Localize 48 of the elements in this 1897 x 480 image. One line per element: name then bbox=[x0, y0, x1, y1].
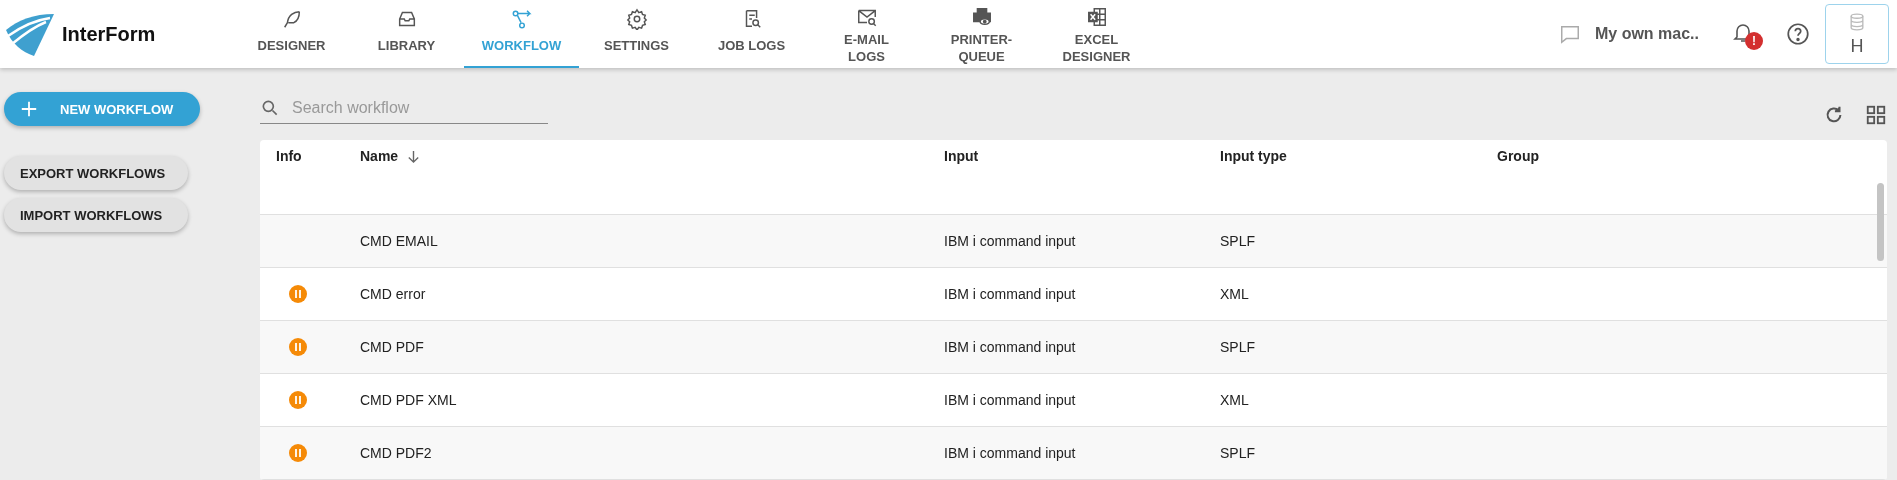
table-cell-text: CMD error bbox=[360, 286, 427, 302]
notification-badge: ! bbox=[1745, 32, 1763, 50]
table-cell-text: IBM i command input bbox=[944, 286, 1077, 302]
table-cell-text: IBM i command input bbox=[944, 445, 1077, 461]
server-button[interactable]: H bbox=[1825, 4, 1889, 64]
column-header[interactable]: Info bbox=[260, 148, 360, 164]
table-cell-text: XML bbox=[1220, 392, 1250, 408]
table-cell-text: XML bbox=[1220, 286, 1250, 302]
table-row[interactable]: CMD PDF2 IBM i command input SPLF bbox=[260, 427, 1887, 480]
table-cell-text: IBM i command input bbox=[944, 233, 1077, 249]
column-header[interactable]: Name bbox=[360, 148, 944, 164]
nav-tab[interactable]: DESIGNER bbox=[234, 0, 349, 68]
table-cell-text: IBM i command input bbox=[944, 392, 1077, 408]
table-cell-text: CMD PDF2 bbox=[360, 445, 433, 461]
scrollbar[interactable] bbox=[1877, 183, 1884, 261]
nav-tab[interactable]: E-MAIL LOGS bbox=[809, 0, 924, 68]
nav-tab[interactable]: PRINTER-QUEUE bbox=[924, 0, 1039, 68]
column-header[interactable]: Group bbox=[1497, 148, 1887, 164]
nav-tab[interactable]: LIBRARY bbox=[349, 0, 464, 68]
export-button[interactable]: EXPORT WORKFLOWS bbox=[4, 156, 188, 190]
column-header[interactable]: Input type bbox=[1220, 148, 1497, 164]
search-icon bbox=[260, 98, 280, 118]
workflow-icon bbox=[510, 8, 533, 30]
chat-icon bbox=[1558, 23, 1581, 45]
nav-tab[interactable]: EXCEL DESIGNER bbox=[1039, 0, 1154, 68]
table-cell-text: CMD PDF bbox=[360, 339, 425, 355]
help-icon[interactable] bbox=[1785, 21, 1811, 47]
nav-tab[interactable]: JOB LOGS bbox=[694, 0, 809, 68]
search-field[interactable]: Search workflow bbox=[260, 92, 548, 124]
user-name[interactable]: My own mac.. bbox=[1594, 25, 1699, 43]
interform-logo-icon bbox=[4, 11, 56, 57]
plus-icon bbox=[20, 100, 38, 118]
table-cell-text: SPLF bbox=[1220, 233, 1256, 249]
table-cell-text: CMD PDF XML bbox=[360, 392, 458, 408]
settings-icon bbox=[625, 8, 648, 30]
nav-tab[interactable]: SETTINGS bbox=[579, 0, 694, 68]
printer-icon bbox=[970, 6, 993, 28]
grid-view-icon[interactable] bbox=[1865, 104, 1887, 126]
brand-name: InterForm bbox=[62, 22, 156, 46]
table-cell-text: IBM i command input bbox=[944, 339, 1077, 355]
table-row[interactable]: CMD PDF IBM i command input SPLF bbox=[260, 321, 1887, 374]
table-row[interactable]: CMD EMAIL IBM i command input SPLF bbox=[260, 215, 1887, 268]
table-cell-text: CMD EMAIL bbox=[360, 233, 439, 249]
table-cell-text: SPLF bbox=[1220, 445, 1256, 461]
table-cell-text: SPLF bbox=[1220, 339, 1256, 355]
column-header[interactable]: Input bbox=[944, 148, 1220, 164]
spreadsheet-icon bbox=[1085, 6, 1108, 28]
import-button[interactable]: IMPORT WORKFLOWS bbox=[4, 198, 188, 232]
